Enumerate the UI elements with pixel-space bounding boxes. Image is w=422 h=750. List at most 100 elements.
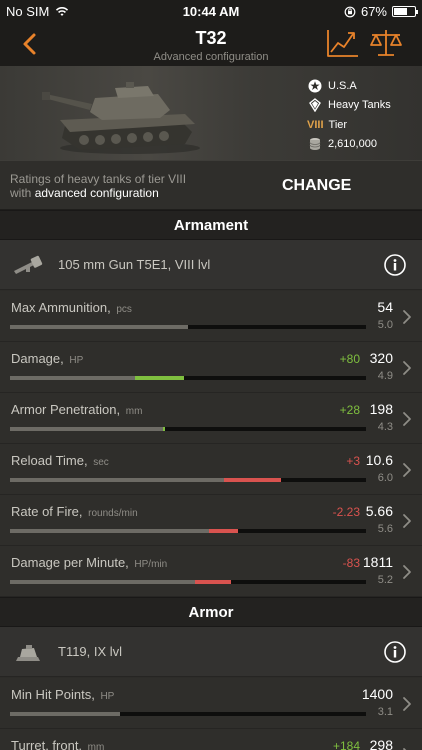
stat-delta: +184 [332,739,360,750]
stat-delta: +3 [346,454,360,468]
module-row-turret[interactable]: T119, IX lvl [0,627,422,677]
stat-label: Reload Time, sec [11,453,109,468]
stat-label-text: Damage per Minute, [11,555,129,570]
stat-bar-base [10,529,210,533]
stat-bar-track [10,376,366,380]
info-icon[interactable] [384,254,406,276]
nav-bar: T32 Advanced configuration [0,22,422,66]
tank-price: 2,610,000 [328,138,377,151]
stat-value: 10.6 [365,452,393,468]
stat-label: Max Ammunition, pcs [11,300,132,315]
chevron-right-icon [403,463,411,477]
rating-description: Ratings of heavy tanks of tier VIII with… [10,172,186,200]
rating-line-1: Ratings of heavy tanks of tier VIII [10,172,187,186]
stat-rating: 5.0 [377,319,393,331]
stat-value: 298 [369,737,393,750]
orientation-lock-icon [344,6,356,17]
chevron-right-icon [403,361,411,375]
stat-value: 54 [377,299,393,315]
turret-icon [16,645,40,661]
tank-image [42,82,200,154]
stat-bar-base [10,478,224,482]
stat-row[interactable]: Max Ammunition, pcs 54 5.0 [0,291,422,342]
stat-bar-diff [134,376,185,380]
stat-unit: mm [125,406,143,417]
stat-delta: -83 [342,556,360,570]
stat-label: Damage per Minute, HP/min [11,555,167,570]
stat-label-text: Max Ammunition, [11,300,111,315]
stat-unit: sec [93,457,109,468]
stat-value: 5.66 [365,503,393,519]
chevron-right-icon [403,514,411,528]
chart-button[interactable] [326,28,360,58]
battery-icon [392,6,418,17]
compare-button[interactable] [368,28,404,58]
tank-nation: U.S.A [328,79,357,92]
turret-module-name: T119, IX lvl [58,644,123,659]
status-bar: No SIM 10:44 AM 67% [0,0,422,22]
stat-bar-diff [223,478,281,482]
chevron-right-icon [403,310,411,324]
gun-icon [14,255,43,274]
change-config-button[interactable]: CHANGE [282,177,351,195]
stat-value: 1811 [362,554,393,570]
stat-delta: +28 [339,403,360,417]
stat-row[interactable]: Damage per Minute, HP/min -83 1811 5.2 [0,546,422,597]
stat-rating: 3.1 [377,706,393,718]
stat-rating: 5.6 [377,523,393,535]
stat-unit: HP [100,691,115,702]
stat-label-text: Rate of Fire, [11,504,83,519]
stat-bar-track [10,427,366,431]
stat-bar-track [10,712,366,716]
stat-label: Min Hit Points, HP [11,687,114,702]
stat-rating: 4.9 [377,370,393,382]
stat-bar-base [10,712,121,716]
tank-class: Heavy Tanks [328,99,391,112]
stat-label: Turret, front, mm [11,738,104,750]
stat-bar-diff [195,580,231,584]
stat-bar-track [10,580,366,584]
tank-tier-label: Tier [328,118,348,131]
stat-bar-base [10,376,135,380]
rating-line-2-highlight: advanced configuration [34,186,159,200]
tank-tier-number: VIII [307,118,324,131]
stat-unit: rounds/min [88,508,138,519]
section-header-armor: Armor [0,597,422,627]
scales-icon [370,30,402,56]
section-header-armament: Armament [0,210,422,240]
stat-rating: 5.2 [377,574,393,586]
stat-bar-base [10,580,196,584]
stat-row[interactable]: Min Hit Points, HP 1400 3.1 [0,678,422,729]
stat-bar-base [10,427,164,431]
stat-row[interactable]: Turret, front, mm +184 298 [0,729,422,750]
stat-delta: -2.23 [332,505,360,519]
stat-label-text: Reload Time, [11,453,88,468]
chevron-right-icon [403,565,411,579]
stat-rating: 6.0 [377,472,393,484]
module-row-gun[interactable]: 105 mm Gun T5E1, VIII lvl [0,240,422,290]
stat-row[interactable]: Reload Time, sec +3 10.6 6.0 [0,444,422,495]
stat-label-text: Turret, front, [11,738,83,750]
tank-banner: U.S.A Heavy Tanks VIII Tier 2,610,000 [0,66,422,160]
gun-module-name: 105 mm Gun T5E1, VIII lvl [58,257,211,272]
stat-label: Damage, HP [11,351,83,366]
rating-config-row: Ratings of heavy tanks of tier VIII with… [0,160,422,210]
stat-unit: HP/min [134,559,168,570]
stat-delta: +80 [339,352,360,366]
stat-row[interactable]: Rate of Fire, rounds/min -2.23 5.66 5.6 [0,495,422,546]
battery-percent: 67% [360,4,387,19]
coins-icon [309,138,321,151]
stat-bar-track [10,529,366,533]
stat-label-text: Min Hit Points, [11,687,95,702]
stat-bar-track [10,325,366,329]
stat-label-text: Damage, [11,351,64,366]
heavy-tank-class-icon [309,98,321,113]
info-icon[interactable] [384,641,406,663]
stat-row[interactable]: Armor Penetration, mm +28 198 4.3 [0,393,422,444]
stat-unit: mm [87,742,105,750]
stat-rating: 4.3 [377,421,393,433]
chevron-right-icon [403,412,411,426]
stat-bar-base [10,325,188,329]
stat-row[interactable]: Damage, HP +80 320 4.9 [0,342,422,393]
stat-label: Rate of Fire, rounds/min [11,504,138,519]
